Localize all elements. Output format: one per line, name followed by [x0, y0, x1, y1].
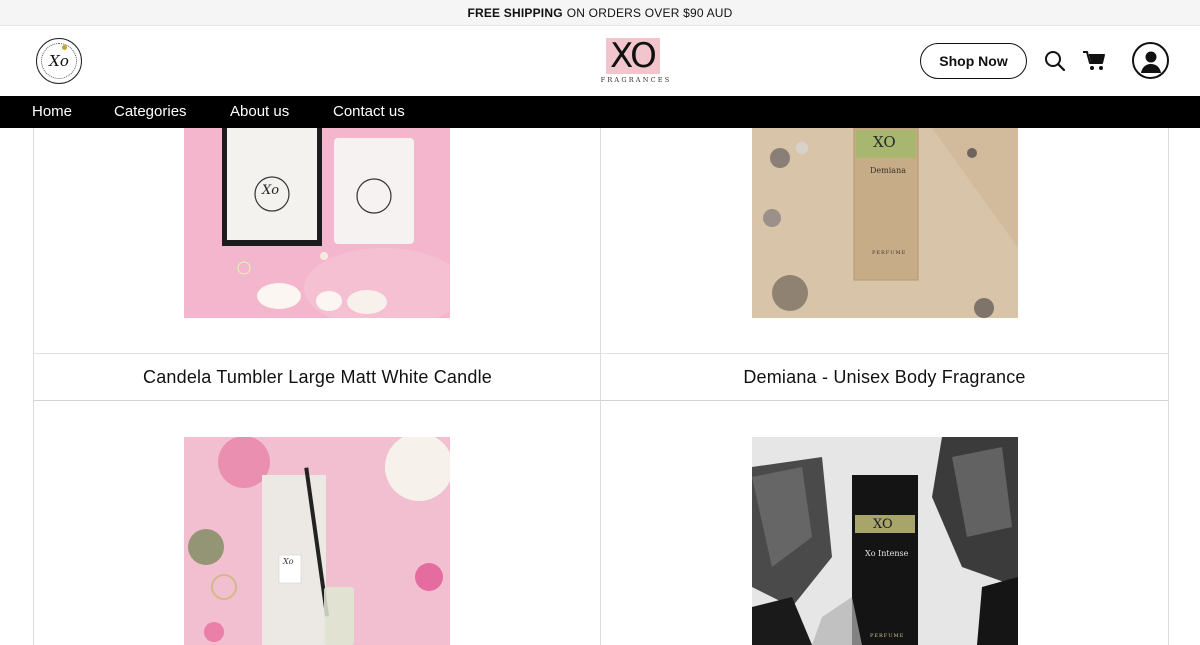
demiana-box-name: Demiana	[870, 166, 906, 175]
demiana-box-type: PERFUME	[872, 250, 907, 256]
brand-logo[interactable]: XO FRAGRANCES	[600, 36, 672, 88]
product-card-xo-intense[interactable]: XO Xo Intense PERFUME	[600, 401, 1169, 645]
product-image-xo-intense[interactable]: XO Xo Intense PERFUME	[752, 437, 1018, 645]
main-nav: Home Categories About us Contact us	[0, 96, 1200, 128]
xo-intense-box-name: Xo Intense	[865, 549, 909, 558]
xo-intense-box-logo: XO	[873, 517, 893, 532]
announcement-bar: FREE SHIPPING ON ORDERS OVER $90 AUD	[0, 0, 1200, 26]
nav-contact-us[interactable]: Contact us	[333, 103, 405, 120]
site-header: Xo XO FRAGRANCES Shop Now	[0, 26, 1200, 96]
search-icon[interactable]	[1042, 48, 1068, 74]
candle-box-label: Xo	[262, 183, 280, 198]
product-grid: Xo XO Demiana PERFUME Candela Tumbler La…	[33, 128, 1169, 645]
brand-logo-mark: XO	[610, 36, 657, 76]
account-icon[interactable]	[1132, 42, 1169, 79]
demiana-box-logo: XO	[873, 133, 896, 151]
announcement-text: ON ORDERS OVER $90 AUD	[566, 5, 733, 20]
xo-intense-box-type: PERFUME	[870, 633, 905, 639]
product-title-candle[interactable]: Candela Tumbler Large Matt White Candle	[33, 353, 601, 401]
cart-icon[interactable]	[1081, 48, 1107, 74]
announcement-bold: FREE SHIPPING	[467, 5, 563, 20]
product-title-demiana[interactable]: Demiana - Unisex Body Fragrance	[600, 353, 1169, 401]
seal-logo[interactable]: Xo	[36, 38, 82, 84]
diffuser-box-label: Xo	[283, 557, 294, 566]
product-card-diffuser[interactable]: Xo	[33, 401, 601, 645]
shop-now-button[interactable]: Shop Now	[920, 43, 1027, 79]
seal-logo-text: Xo	[41, 43, 77, 79]
seal-logo-dot	[62, 45, 67, 50]
nav-categories[interactable]: Categories	[114, 103, 187, 120]
product-image-diffuser[interactable]: Xo	[184, 437, 450, 645]
brand-logo-subtitle: FRAGRANCES	[600, 76, 672, 84]
nav-home[interactable]: Home	[32, 103, 72, 120]
nav-about-us[interactable]: About us	[230, 103, 289, 120]
product-image-candle[interactable]: Xo	[184, 128, 450, 318]
product-image-demiana[interactable]: XO Demiana PERFUME	[752, 128, 1018, 318]
